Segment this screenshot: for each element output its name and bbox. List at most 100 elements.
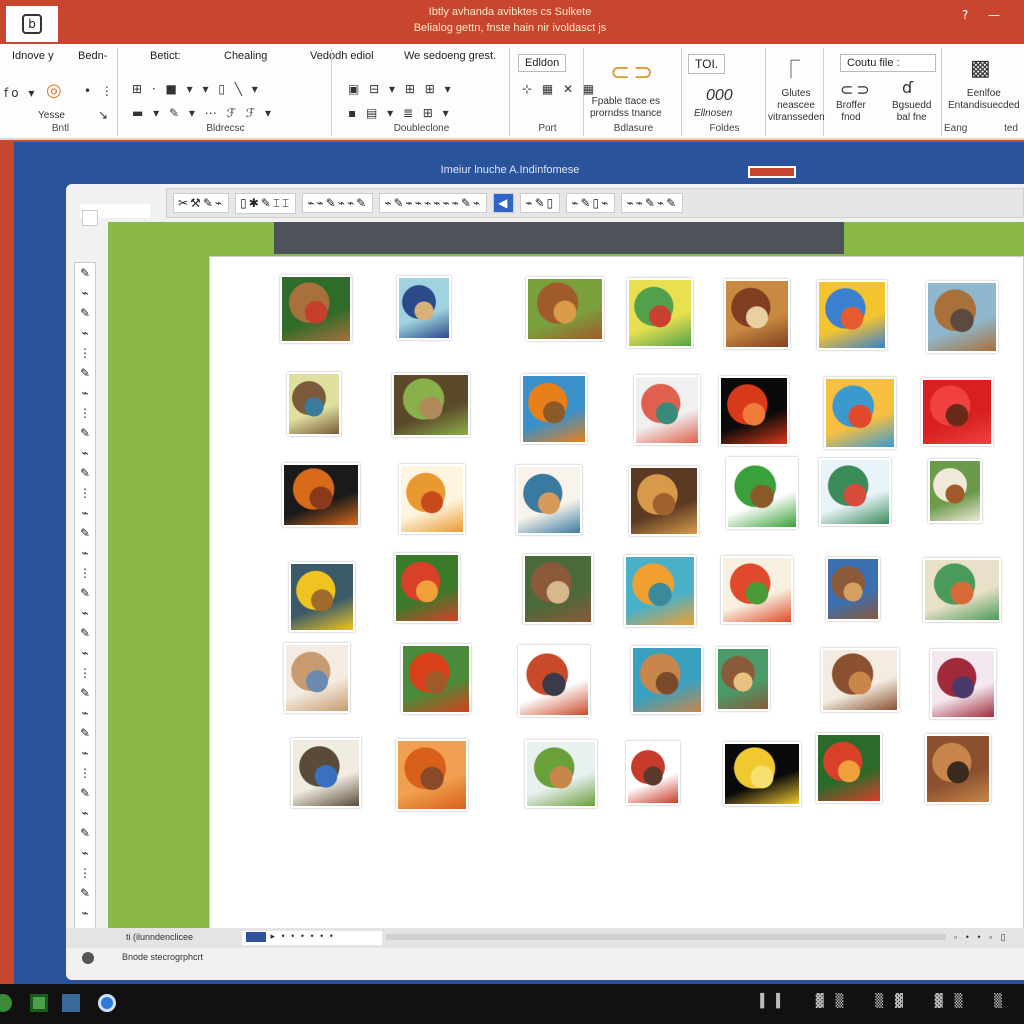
kid-with-blob-thumbnail[interactable]: [627, 278, 693, 348]
font-option-label[interactable]: Yesse: [38, 110, 65, 122]
draw-icons-top[interactable]: ▣ ⊟ ▾ ⊞ ⊞ ▾: [348, 82, 454, 96]
document-page: [209, 256, 1024, 930]
toolbar-tools-5[interactable]: ⌁✎▯: [520, 193, 561, 213]
palm-tree-thumbnail[interactable]: [726, 457, 798, 529]
title-bar: b Ibtly avhanda avibktes cs Sulkete Beli…: [0, 0, 1024, 44]
files-icon[interactable]: [30, 994, 48, 1012]
boy-sliding-thumbnail[interactable]: [819, 458, 891, 526]
baby-portrait-thumbnail[interactable]: [284, 643, 350, 713]
layout-icons[interactable]: ⊞ · ■ ▾ ▾ ▯ ╲ ▾: [132, 82, 261, 96]
orange-fish-thumbnail[interactable]: [521, 374, 587, 444]
ribbon-group-folders: TOI. 000 Ellnosen Foldes: [684, 48, 766, 136]
bgsuedd-text[interactable]: Bgsuedd bal fne: [892, 100, 931, 124]
app-icon[interactable]: b: [6, 6, 58, 42]
seaside-kid-thumbnail[interactable]: [624, 555, 696, 627]
toolbar-tools-6[interactable]: ⌁✎▯⌁: [566, 193, 616, 213]
rocks-and-figures-thumbnail[interactable]: [392, 373, 470, 437]
zoom-slider[interactable]: [386, 934, 946, 940]
jungle-characters-thumbnail[interactable]: [280, 275, 352, 343]
ribbon-group-label: Bntl: [51, 123, 70, 134]
forest-scene-thumbnail[interactable]: [526, 277, 604, 341]
bdlasure-text[interactable]: Fpable ttace es prorndss tnance: [590, 96, 662, 120]
browser-icon[interactable]: [98, 994, 116, 1012]
cartoon-kid-thumbnail[interactable]: [291, 738, 361, 808]
toolbar-tools-7[interactable]: ⌁⌁✎⌁✎: [621, 193, 684, 213]
colorful-beach-thumbnail[interactable]: [817, 280, 887, 350]
editor-toolbar: ✂⚒✎⌁ ▯✱✎⌶⌶ ⌁⌁✎⌁⌁✎ ⌁✎⌁⌁⌁⌁⌁⌁✎⌁ ◀ ⌁✎▯ ⌁✎▯⌁ …: [166, 188, 1024, 218]
link-icon[interactable]: ⊂⊃: [840, 80, 873, 99]
port-dropdown[interactable]: Edldon: [518, 54, 567, 72]
green-meadow-thumbnail[interactable]: [525, 740, 597, 808]
palette-icon[interactable]: ◎: [46, 80, 65, 101]
draw-icons-bottom[interactable]: ▪ ▤ ▾ ≣ ⊞ ▾: [348, 106, 452, 120]
girl-standing-thumbnail[interactable]: [516, 465, 582, 535]
crowd-scene-thumbnail[interactable]: [926, 281, 998, 353]
document-title: Imeiur lnuche A.Indinfomese: [440, 164, 580, 176]
eenlfoe-text[interactable]: Eenlfoe Entandisuecded: [948, 88, 1020, 112]
girl-walking-thumbnail[interactable]: [518, 645, 590, 717]
minimize-button[interactable]: —: [988, 8, 1000, 22]
nature-board-thumbnail[interactable]: [928, 459, 982, 523]
book-cover-thumbnail[interactable]: [287, 372, 341, 436]
toolbar-tools-3[interactable]: ⌁⌁✎⌁⌁✎: [302, 193, 374, 213]
user-icon[interactable]: ɗ: [902, 78, 916, 97]
three-figures-thumbnail[interactable]: [724, 279, 790, 349]
red-tomato-thumbnail[interactable]: [719, 376, 789, 446]
red-parrot-thumbnail[interactable]: [394, 553, 460, 623]
start-icon[interactable]: [0, 994, 12, 1012]
editor-window: ✂⚒✎⌁ ▯✱✎⌶⌶ ⌁⌁✎⌁⌁✎ ⌁✎⌁⌁⌁⌁⌁⌁✎⌁ ◀ ⌁✎▯ ⌁✎▯⌁ …: [66, 184, 1024, 980]
toolbar-tools-1[interactable]: ✂⚒✎⌁: [173, 193, 230, 213]
photos-icon[interactable]: [62, 994, 80, 1012]
monkey-blue-thumbnail[interactable]: [826, 557, 880, 621]
page-navigator[interactable]: ▸ • • • • • •: [242, 931, 382, 945]
indent-icon[interactable]: ↘: [98, 108, 111, 122]
flower-pot-thumbnail[interactable]: [721, 556, 793, 624]
bear-log-thumbnail[interactable]: [523, 554, 593, 624]
pancake-stack-thumbnail[interactable]: [631, 646, 703, 714]
dark-orange-beast-thumbnail[interactable]: [282, 463, 360, 527]
boy-with-ball-thumbnail[interactable]: [397, 276, 451, 340]
ribbon-group-label: Port: [538, 123, 557, 134]
toolbar-tools-2[interactable]: ▯✱✎⌶⌶: [235, 192, 297, 214]
ellnosen-label: Ellnosen: [694, 108, 733, 119]
view-icons[interactable]: ▫ • • ▫ ▯: [954, 932, 1009, 943]
yellow-fruit-thumbnail[interactable]: [723, 742, 801, 806]
font-size-icon[interactable]: fo ▾: [4, 86, 37, 100]
warrior-scene-thumbnail[interactable]: [925, 734, 991, 804]
flag-icon[interactable]: ⎾: [782, 56, 803, 82]
red-turtle-thumbnail[interactable]: [401, 644, 471, 714]
yellow-duck-thumbnail[interactable]: [289, 562, 355, 632]
file-field[interactable]: Coutu file :: [840, 54, 936, 72]
bullet-icon[interactable]: • ⋮: [84, 84, 116, 98]
orange-cartoon-thumbnail[interactable]: [399, 464, 465, 534]
broffer-text[interactable]: Broffer fnod: [836, 100, 866, 124]
record-icon[interactable]: [82, 952, 94, 964]
vertical-toolbar[interactable]: ✎ ⌁ ✎ ⌁ ⋮ ✎ ⌁ ⋮ ✎ ⌁ ✎ ⋮ ⌁ ✎ ⌁ ⋮ ✎ ⌁ ✎ ⌁ ⋮ ✎ ⌁ ✎ ⌁ ⋮ ✎ ⌁ ✎ ⌁ ⋮ ✎ ⌁: [74, 262, 96, 942]
value-readout: 000: [706, 87, 733, 104]
ribbon-group-label: Bdlasure: [613, 123, 654, 134]
green-map-thumbnail[interactable]: [923, 558, 1001, 622]
system-tray[interactable]: ▐▌ ▓▒ ▒▓ ▓▒ ▒: [756, 994, 1014, 1009]
toolbar-active-tool[interactable]: ◀: [493, 193, 515, 213]
wooden-cart-thumbnail[interactable]: [821, 648, 899, 712]
ribbon-group-port: Edldon ⊹ ▦ ✕ ▦ Port: [512, 48, 594, 136]
orange-figure-thumbnail[interactable]: [396, 739, 468, 811]
shape-icons[interactable]: ▬ ▾ ✎ ▾ ⋯ ℱ ℱ ▾: [132, 106, 274, 120]
qr-icon[interactable]: ▩: [970, 56, 994, 81]
kid-reading-thumbnail[interactable]: [716, 647, 770, 711]
purple-figure-thumbnail[interactable]: [930, 649, 996, 719]
pink-creature-thumbnail[interactable]: [634, 375, 700, 445]
clipboard-icon[interactable]: ⊂⊃: [610, 58, 656, 86]
panel-toggle[interactable]: [82, 210, 98, 226]
red-character-thumbnail[interactable]: [626, 741, 680, 805]
help-icon[interactable]: ?: [962, 8, 968, 22]
red-berries-thumbnail[interactable]: [816, 733, 882, 803]
toi-field[interactable]: TOI.: [688, 54, 726, 74]
red-landscape-thumbnail[interactable]: [921, 378, 993, 446]
colorful-globe-thumbnail[interactable]: [824, 377, 896, 449]
wooden-chest-thumbnail[interactable]: [629, 466, 699, 536]
glutes-text[interactable]: Glutes neascee vitransseden: [768, 88, 825, 124]
document-close-button[interactable]: [748, 166, 796, 178]
bottom-row: Bnode stecrogrphcrt: [66, 950, 1024, 980]
toolbar-tools-4[interactable]: ⌁✎⌁⌁⌁⌁⌁⌁✎⌁: [379, 193, 488, 213]
